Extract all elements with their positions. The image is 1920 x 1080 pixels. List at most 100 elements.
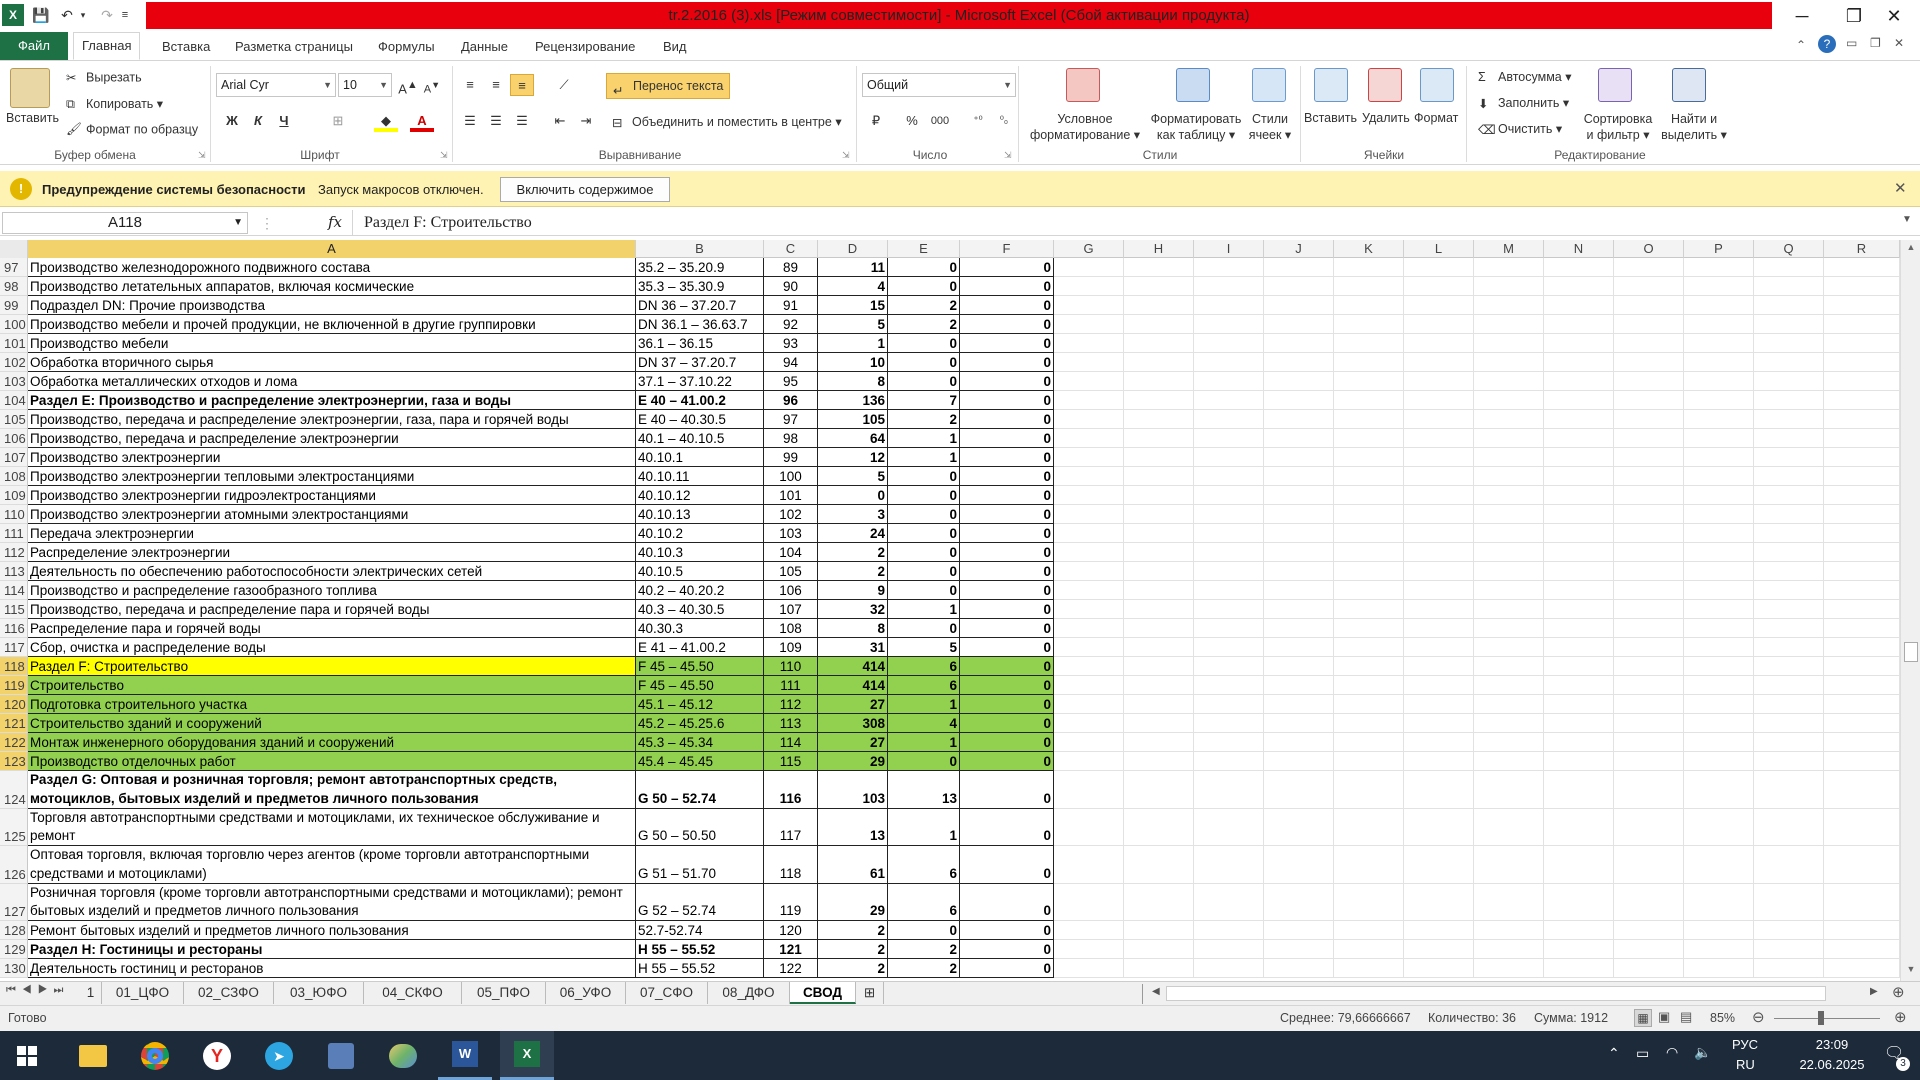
empty-cell[interactable] bbox=[1754, 258, 1824, 277]
cell-d[interactable]: 61 bbox=[818, 846, 888, 884]
cell-e[interactable]: 6 bbox=[888, 657, 960, 676]
cell-c[interactable]: 118 bbox=[764, 846, 818, 884]
currency-icon[interactable]: ₽ bbox=[864, 110, 888, 132]
empty-cell[interactable] bbox=[1614, 429, 1684, 448]
sort-filter-button[interactable]: Сортировка и фильтр ▾ bbox=[1578, 111, 1658, 143]
align-left-icon[interactable]: ☰ bbox=[458, 110, 482, 132]
empty-cell[interactable] bbox=[1754, 808, 1824, 846]
column-header-l[interactable]: L bbox=[1404, 240, 1474, 258]
cell-e[interactable]: 7 bbox=[888, 391, 960, 410]
row-header[interactable]: 103 bbox=[0, 372, 28, 391]
empty-cell[interactable] bbox=[1614, 372, 1684, 391]
empty-cell[interactable] bbox=[1684, 883, 1754, 921]
cell-c[interactable]: 92 bbox=[764, 315, 818, 334]
align-center-icon[interactable]: ☰ bbox=[484, 110, 508, 132]
vertical-scrollbar[interactable]: ▲ ▼ bbox=[1900, 240, 1920, 981]
empty-cell[interactable] bbox=[1544, 315, 1614, 334]
empty-cell[interactable] bbox=[1754, 883, 1824, 921]
column-header-d[interactable]: D bbox=[818, 240, 888, 258]
empty-cell[interactable] bbox=[1824, 543, 1900, 562]
orientation-icon[interactable]: ⟋ bbox=[552, 74, 576, 96]
empty-cell[interactable] bbox=[1124, 277, 1194, 296]
empty-cell[interactable] bbox=[1824, 619, 1900, 638]
empty-cell[interactable] bbox=[1754, 638, 1824, 657]
empty-cell[interactable] bbox=[1474, 410, 1544, 429]
empty-cell[interactable] bbox=[1054, 600, 1124, 619]
empty-cell[interactable] bbox=[1824, 733, 1900, 752]
empty-cell[interactable] bbox=[1334, 258, 1404, 277]
align-right-icon[interactable]: ☰ bbox=[510, 110, 534, 132]
bold-button[interactable]: Ж bbox=[220, 110, 244, 132]
empty-cell[interactable] bbox=[1614, 846, 1684, 884]
empty-cell[interactable] bbox=[1194, 315, 1264, 334]
empty-cell[interactable] bbox=[1194, 771, 1264, 809]
empty-cell[interactable] bbox=[1334, 315, 1404, 334]
clock-date[interactable]: 22.06.2025 bbox=[1782, 1057, 1882, 1072]
cell-d[interactable]: 103 bbox=[818, 771, 888, 809]
cell-b[interactable]: 36.1 – 36.15 bbox=[636, 334, 764, 353]
empty-cell[interactable] bbox=[1754, 959, 1824, 978]
cell-c[interactable]: 104 bbox=[764, 543, 818, 562]
cell-a[interactable]: Распределение пара и горячей воды bbox=[28, 619, 636, 638]
empty-cell[interactable] bbox=[1824, 714, 1900, 733]
empty-cell[interactable] bbox=[1264, 467, 1334, 486]
workbook-restore-icon[interactable]: ❐ bbox=[1870, 36, 1881, 50]
cell-a[interactable]: Деятельность гостиниц и ресторанов bbox=[28, 959, 636, 978]
empty-cell[interactable] bbox=[1824, 410, 1900, 429]
empty-cell[interactable] bbox=[1194, 940, 1264, 959]
empty-cell[interactable] bbox=[1264, 808, 1334, 846]
empty-cell[interactable] bbox=[1194, 562, 1264, 581]
borders-icon[interactable]: ⊞ bbox=[326, 110, 350, 132]
empty-cell[interactable] bbox=[1054, 448, 1124, 467]
empty-cell[interactable] bbox=[1614, 448, 1684, 467]
empty-cell[interactable] bbox=[1124, 808, 1194, 846]
sheet-tab[interactable]: 04_СКФО bbox=[364, 982, 462, 1004]
empty-cell[interactable] bbox=[1404, 277, 1474, 296]
empty-cell[interactable] bbox=[1614, 543, 1684, 562]
empty-cell[interactable] bbox=[1684, 391, 1754, 410]
cell-e[interactable]: 0 bbox=[888, 258, 960, 277]
cell-f[interactable]: 0 bbox=[960, 940, 1054, 959]
hscroll-right-icon[interactable]: ▶ bbox=[1870, 986, 1878, 997]
worksheet-grid[interactable]: 97 Производство железнодорожного подвижно… bbox=[0, 258, 1900, 981]
empty-cell[interactable] bbox=[1614, 714, 1684, 733]
cell-c[interactable]: 117 bbox=[764, 808, 818, 846]
cell-b[interactable]: E 41 – 41.00.2 bbox=[636, 638, 764, 657]
empty-cell[interactable] bbox=[1754, 448, 1824, 467]
row-header[interactable]: 97 bbox=[0, 258, 28, 277]
cell-b[interactable]: 40.10.3 bbox=[636, 543, 764, 562]
help-icon[interactable]: ? bbox=[1818, 35, 1836, 53]
cell-c[interactable]: 122 bbox=[764, 959, 818, 978]
cell-b[interactable]: 37.1 – 37.10.22 bbox=[636, 372, 764, 391]
empty-cell[interactable] bbox=[1334, 695, 1404, 714]
empty-cell[interactable] bbox=[1404, 771, 1474, 809]
select-all-button[interactable] bbox=[0, 240, 28, 258]
cell-a[interactable]: Монтаж инженерного оборудования зданий и… bbox=[28, 733, 636, 752]
tab-data[interactable]: Данные bbox=[453, 34, 516, 61]
cell-e[interactable]: 0 bbox=[888, 467, 960, 486]
empty-cell[interactable] bbox=[1054, 315, 1124, 334]
cell-d[interactable]: 2 bbox=[818, 562, 888, 581]
cell-b[interactable]: 45.1 – 45.12 bbox=[636, 695, 764, 714]
empty-cell[interactable] bbox=[1404, 619, 1474, 638]
cell-f[interactable]: 0 bbox=[960, 695, 1054, 714]
empty-cell[interactable] bbox=[1404, 448, 1474, 467]
cell-e[interactable]: 0 bbox=[888, 543, 960, 562]
empty-cell[interactable] bbox=[1334, 883, 1404, 921]
empty-cell[interactable] bbox=[1824, 846, 1900, 884]
empty-cell[interactable] bbox=[1754, 940, 1824, 959]
row-header[interactable]: 118 bbox=[0, 657, 28, 676]
empty-cell[interactable] bbox=[1124, 581, 1194, 600]
empty-cell[interactable] bbox=[1824, 353, 1900, 372]
empty-cell[interactable] bbox=[1474, 562, 1544, 581]
row-header[interactable]: 117 bbox=[0, 638, 28, 657]
empty-cell[interactable] bbox=[1264, 353, 1334, 372]
empty-cell[interactable] bbox=[1544, 448, 1614, 467]
empty-cell[interactable] bbox=[1684, 448, 1754, 467]
empty-cell[interactable] bbox=[1264, 921, 1334, 940]
cell-e[interactable]: 2 bbox=[888, 315, 960, 334]
empty-cell[interactable] bbox=[1684, 771, 1754, 809]
empty-cell[interactable] bbox=[1124, 714, 1194, 733]
empty-cell[interactable] bbox=[1404, 372, 1474, 391]
empty-cell[interactable] bbox=[1264, 505, 1334, 524]
